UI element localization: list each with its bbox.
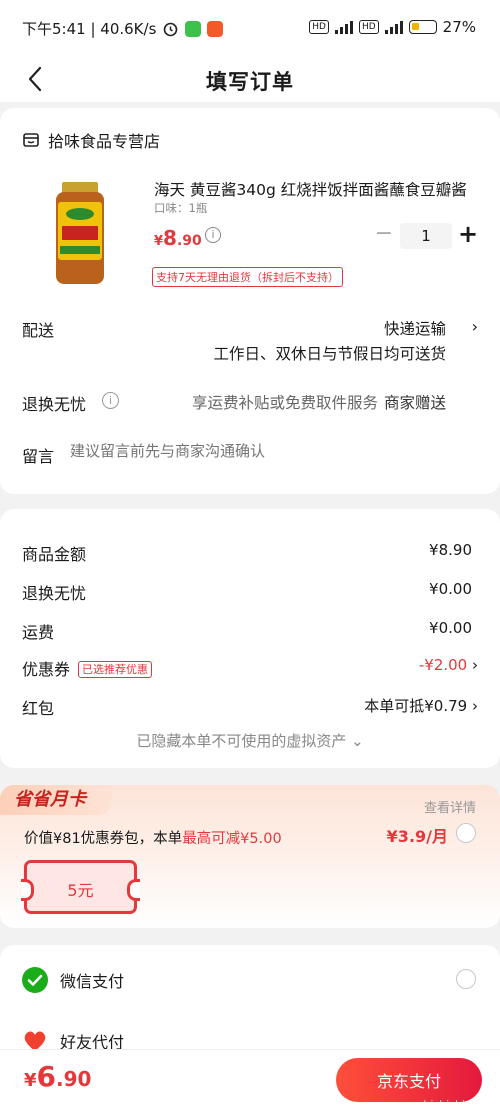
quantity-minus-button[interactable]: − — [373, 223, 395, 246]
worry-free-desc: 享运费补贴或免费取件服务 — [191, 394, 378, 412]
battery-percent: 27% — [442, 18, 476, 36]
hidden-assets-toggle[interactable]: 已隐藏本单不可使用的虚拟资产 ⌄ — [0, 730, 500, 751]
jd-pay-button[interactable]: 京东支付 — [336, 1058, 482, 1102]
price-summary-card: 商品金额 ¥8.90 退换无忧 ¥0.00 运费 ¥0.00 优惠券 已选推荐优惠… — [0, 509, 500, 768]
monthly-card-radio[interactable] — [456, 823, 476, 843]
wechat-pay-label: 微信支付 — [60, 972, 125, 991]
coupon-tag: 已选推荐优惠 — [78, 661, 153, 678]
hd-icon-2: HD — [358, 20, 379, 34]
status-time: 下午5:41 | 40.6K/s — [22, 20, 157, 38]
total-decimal: .90 — [56, 1067, 92, 1091]
chevron-right-icon[interactable]: › — [472, 317, 478, 336]
delivery-method[interactable]: 快递运输 — [384, 317, 446, 339]
price-symbol: ¥ — [154, 234, 164, 249]
chevron-down-icon: ⌄ — [351, 732, 364, 750]
product-spec: 口味：1瓶 — [154, 201, 208, 215]
shipping-value: ¥0.00 — [429, 619, 472, 637]
price-decimal: .90 — [176, 233, 202, 249]
message-input[interactable] — [70, 442, 470, 460]
price-integer: 8 — [163, 226, 177, 250]
chevron-right-icon: › — [472, 656, 478, 674]
wechat-app-icon — [185, 20, 202, 37]
shopping-app-icon — [207, 20, 224, 37]
red-packet-value: 本单可抵¥0.79 — [364, 697, 468, 715]
product-title[interactable]: 海天 黄豆酱340g 红烧拌饭拌面酱蘸食豆瓣酱 — [154, 178, 476, 200]
monthly-card-desc: 价值¥81优惠券包，本单最高可减¥5.00 — [24, 827, 282, 848]
status-bar: 下午5:41 | 40.6K/s HD HD 27% — [0, 0, 500, 58]
monthly-card-price: ¥3.9/月 — [386, 827, 448, 846]
product-image[interactable] — [48, 180, 112, 290]
coupon-row[interactable]: 优惠券 已选推荐优惠 -¥2.00 › — [22, 656, 478, 680]
store-icon — [23, 133, 39, 147]
quantity-plus-button[interactable]: + — [457, 222, 479, 246]
signal-icon-2 — [384, 20, 403, 34]
watermark: zhizhizhi.com — [417, 1098, 492, 1111]
monthly-card-offer: 省省月卡 查看详情 价值¥81优惠券包，本单最高可减¥5.00 ¥3.9/月 5… — [0, 785, 500, 928]
alarm-icon — [164, 22, 178, 37]
store-header[interactable]: 拾味食品专营店 — [22, 128, 160, 152]
price-info-icon[interactable]: i — [205, 227, 221, 243]
goods-amount-label: 商品金额 — [22, 545, 87, 564]
delivery-note: 工作日、双休日与节假日均可送货 — [213, 345, 446, 363]
view-detail-link[interactable]: 查看详情 — [424, 797, 476, 816]
signal-icon — [334, 20, 353, 34]
voucher-amount: 5元 — [67, 881, 94, 900]
worry-free-fee-row: 退换无忧 ¥0.00 — [22, 580, 472, 604]
red-packet-label: 红包 — [22, 699, 55, 718]
shipping-label: 运费 — [22, 623, 55, 642]
checkout-bar: ¥6.90 京东支付 zhizhizhi.com — [0, 1049, 500, 1111]
monthly-card-badge: 省省月卡 — [0, 785, 112, 815]
chevron-right-icon: › — [472, 697, 478, 715]
total-symbol: ¥ — [24, 1070, 37, 1091]
delivery-label: 配送 — [22, 321, 55, 340]
status-right: HD HD 27% — [309, 18, 476, 36]
worry-free-fee-value: ¥0.00 — [429, 580, 472, 598]
worry-free-fee-label: 退换无忧 — [22, 584, 87, 603]
monthly-card-desc-highlight: 最高可减¥5.00 — [182, 831, 282, 847]
hd-icon: HD — [309, 20, 329, 34]
status-left: 下午5:41 | 40.6K/s — [22, 18, 224, 39]
coupon-label: 优惠券 — [22, 660, 71, 679]
goods-amount-row: 商品金额 ¥8.90 — [22, 541, 472, 565]
voucher-chip[interactable]: 5元 — [21, 860, 140, 914]
monthly-card-desc-prefix: 价值¥81优惠券包，本单 — [24, 831, 183, 847]
worry-free-gift: 商家赠送 — [383, 394, 446, 412]
wechat-pay-option[interactable]: 微信支付 — [22, 967, 124, 993]
worry-free-label: 退换无忧 — [22, 395, 87, 414]
hidden-assets-text: 已隐藏本单不可使用的虚拟资产 — [136, 732, 347, 750]
info-icon[interactable]: i — [102, 392, 119, 409]
wechat-pay-radio[interactable] — [456, 969, 476, 989]
page-title: 填写订单 — [206, 70, 294, 94]
worry-free-value: 享运费补贴或免费取件服务 商家赠送 — [192, 391, 446, 413]
store-name: 拾味食品专营店 — [48, 132, 161, 151]
quantity-value[interactable]: 1 — [400, 223, 452, 249]
message-label: 留言 — [22, 447, 55, 466]
return-policy-tag: 支持7天无理由退货（拆封后不支持） — [152, 267, 343, 287]
nav-bar: 填写订单 — [0, 58, 500, 102]
coupon-value: -¥2.00 — [418, 656, 468, 674]
order-item-card: 拾味食品专营店 海天 黄豆酱340g 红烧拌饭拌面酱蘸食豆瓣酱 口味：1瓶 ¥8… — [0, 108, 500, 494]
total-price: ¥6.90 — [24, 1060, 91, 1093]
battery-icon — [408, 20, 437, 34]
total-integer: 6 — [36, 1060, 57, 1093]
wechat-pay-icon — [22, 967, 48, 993]
goods-amount-value: ¥8.90 — [429, 541, 472, 559]
red-packet-row[interactable]: 红包 本单可抵¥0.79 › — [22, 695, 478, 719]
product-price: ¥8.90 — [154, 226, 202, 250]
shipping-row: 运费 ¥0.00 — [22, 619, 472, 643]
